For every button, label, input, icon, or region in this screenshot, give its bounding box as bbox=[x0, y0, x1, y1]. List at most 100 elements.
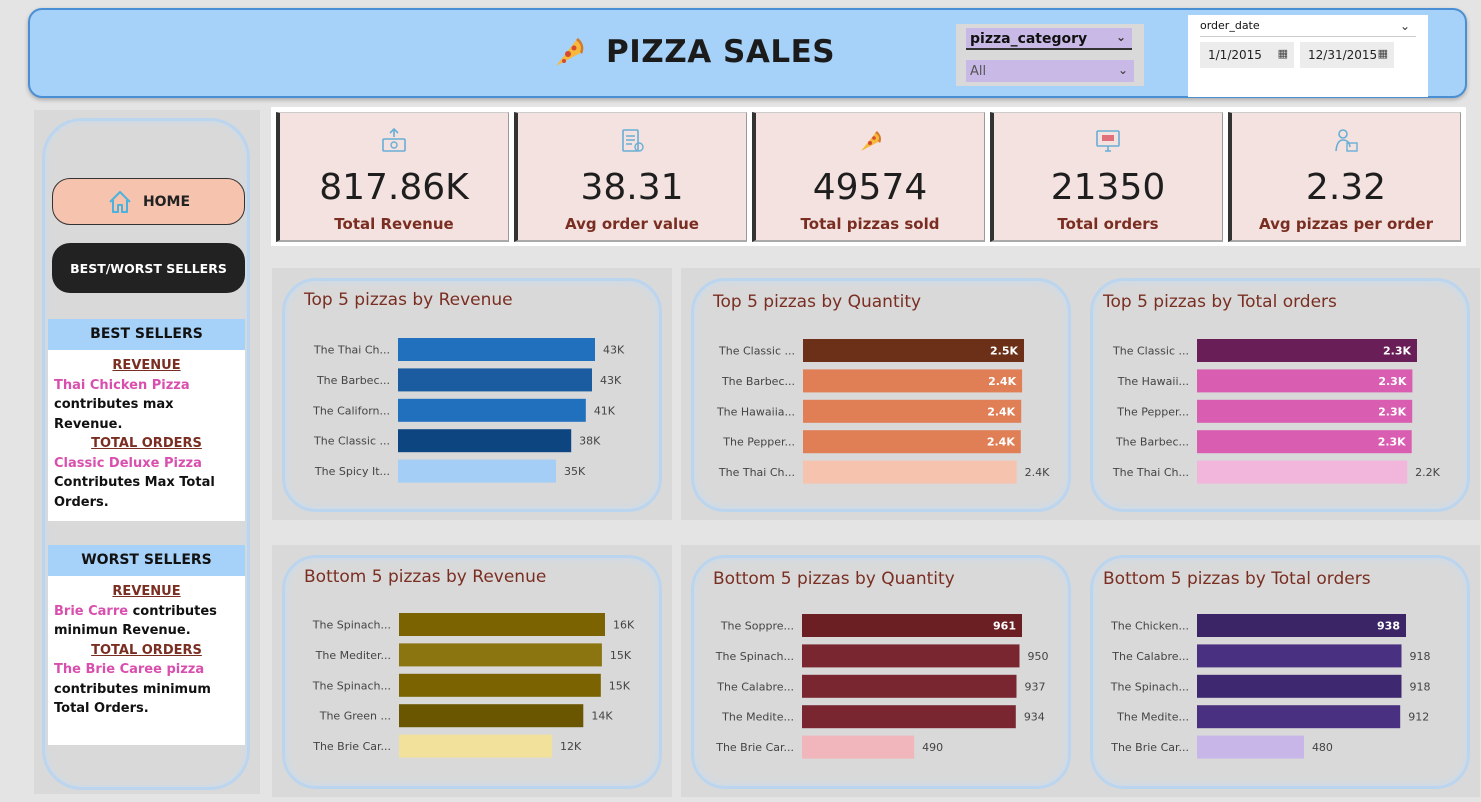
kpi-label: Total pizzas sold bbox=[800, 215, 940, 233]
kpi-value: 21350 bbox=[1050, 167, 1166, 208]
bar[interactable] bbox=[802, 705, 1016, 729]
worst-revenue-line: Brie Carre contributes minimun Revenue. bbox=[54, 602, 239, 641]
bar[interactable] bbox=[802, 644, 1020, 668]
chart-bottom-revenue: Bottom 5 pizzas by Revenue The Spinach..… bbox=[272, 545, 672, 797]
bar-value-label: 43K bbox=[600, 374, 622, 387]
calendar-icon[interactable]: ▦ bbox=[1378, 47, 1388, 60]
date-slicer-label: order_date bbox=[1200, 19, 1260, 32]
chart-top-revenue: Top 5 pizzas by Revenue The Thai Ch... 43… bbox=[272, 268, 672, 520]
bar-value-label: 2.2K bbox=[1415, 466, 1440, 479]
bar-chart: The Chicken... 938 The Calabre... 918 The Sp… bbox=[1110, 614, 1431, 759]
bar-value-label: 918 bbox=[1410, 680, 1431, 693]
category-slicer-header[interactable]: pizza_category ⌄ bbox=[966, 28, 1132, 50]
bar-value-label: 950 bbox=[1027, 650, 1048, 663]
bar-category-label: The Barbec... bbox=[1115, 436, 1189, 449]
bar[interactable] bbox=[802, 735, 915, 759]
best-orders-pizza: Classic Deluxe Pizza bbox=[54, 455, 202, 471]
bar[interactable] bbox=[802, 614, 1022, 637]
best-revenue-text: contributes max Revenue. bbox=[54, 397, 174, 432]
bar-category-label: The Classic ... bbox=[1112, 345, 1189, 358]
calendar-icon[interactable]: ▦ bbox=[1278, 47, 1288, 60]
bar-value-label: 2.4K bbox=[987, 405, 1015, 418]
bar[interactable] bbox=[399, 734, 553, 758]
bar[interactable] bbox=[802, 674, 1017, 698]
bar[interactable] bbox=[399, 704, 584, 728]
bar-chart: The Soppre... 961 The Spinach... 950 The Cal… bbox=[715, 614, 1048, 759]
best-revenue-pizza: Thai Chicken Pizza bbox=[54, 377, 190, 393]
category-dropdown[interactable]: All ⌄ bbox=[966, 60, 1134, 82]
bar-value-label: 16K bbox=[613, 619, 635, 632]
pizza-icon bbox=[861, 131, 881, 151]
bar-category-label: The Calabre... bbox=[1111, 650, 1189, 663]
best-sellers-title: BEST SELLERS bbox=[48, 319, 245, 350]
bar[interactable] bbox=[398, 368, 592, 392]
bar[interactable] bbox=[803, 460, 1017, 484]
bar[interactable] bbox=[398, 338, 595, 361]
bar[interactable] bbox=[398, 459, 556, 483]
delivery-icon bbox=[1335, 129, 1358, 152]
kpi-card-pizzas-sold: 49574 Total pizzas sold bbox=[752, 112, 985, 242]
date-slicer[interactable]: order_date ⌄ 1/1/2015 ▦ 12/31/2015 ▦ bbox=[1188, 15, 1428, 97]
bar-value-label: 912 bbox=[1408, 711, 1429, 724]
bar[interactable] bbox=[399, 613, 605, 636]
page-title: PIZZA SALES bbox=[606, 34, 836, 70]
chart-bottom-quantity: Bottom 5 pizzas by Quantity The Soppre..… bbox=[681, 545, 1081, 797]
chevron-down-icon[interactable]: ⌄ bbox=[1400, 19, 1410, 33]
bar-value-label: 490 bbox=[922, 741, 943, 754]
bar-value-label: 2.5K bbox=[990, 345, 1018, 358]
bar-value-label: 41K bbox=[594, 404, 616, 417]
kpi-label: Avg pizzas per order bbox=[1259, 215, 1433, 233]
bar[interactable] bbox=[1197, 614, 1406, 637]
bar[interactable] bbox=[398, 429, 572, 453]
bar-category-label: The Brie Car... bbox=[715, 741, 794, 754]
best-revenue-heading: REVENUE bbox=[112, 358, 181, 373]
best-sellers-panel: BEST SELLERS REVENUE Thai Chicken Pizza … bbox=[48, 319, 245, 521]
bar[interactable] bbox=[1197, 460, 1408, 484]
bar-category-label: The Hawaii... bbox=[1117, 375, 1189, 388]
bar-value-label: 43K bbox=[603, 344, 625, 357]
bar-value-label: 934 bbox=[1024, 711, 1045, 724]
bar-category-label: The Classic ... bbox=[718, 345, 795, 358]
bar-category-label: The Californ... bbox=[312, 404, 390, 417]
chevron-down-icon[interactable]: ⌄ bbox=[1116, 30, 1126, 44]
best-worst-sellers-button[interactable]: BEST/WORST SELLERS bbox=[52, 243, 245, 293]
category-dropdown-value: All bbox=[970, 64, 987, 79]
bar[interactable] bbox=[1197, 705, 1401, 729]
bar-category-label: The Thai Ch... bbox=[313, 344, 390, 357]
monitor-icon bbox=[1096, 130, 1120, 152]
category-slicer[interactable]: pizza_category ⌄ All ⌄ bbox=[956, 24, 1144, 86]
money-icon bbox=[382, 127, 406, 152]
start-date-input[interactable]: 1/1/2015 ▦ bbox=[1200, 42, 1294, 68]
bar[interactable] bbox=[1197, 644, 1402, 668]
bar[interactable] bbox=[1197, 735, 1304, 759]
bar-value-label: 2.3K bbox=[1378, 375, 1406, 388]
bar-value-label: 2.3K bbox=[1383, 345, 1411, 358]
bar-category-label: The Thai Ch... bbox=[1112, 466, 1189, 479]
home-button[interactable]: HOME bbox=[52, 178, 245, 225]
kpi-label: Avg order value bbox=[565, 215, 699, 233]
chevron-down-icon[interactable]: ⌄ bbox=[1118, 63, 1128, 77]
worst-orders-text: contributes minimum Total Orders. bbox=[54, 681, 211, 717]
bar-category-label: The Barbec... bbox=[721, 375, 795, 388]
best-worst-sellers-label: BEST/WORST SELLERS bbox=[70, 260, 227, 276]
best-orders-text: Contributes Max Total Orders. bbox=[54, 475, 215, 510]
date-slicer-header[interactable]: order_date ⌄ bbox=[1200, 19, 1416, 37]
bar[interactable] bbox=[399, 673, 601, 697]
bar-category-label: The Spinach... bbox=[1110, 680, 1189, 693]
bar-value-label: 961 bbox=[993, 620, 1016, 633]
bar[interactable] bbox=[1197, 674, 1402, 698]
end-date-input[interactable]: 12/31/2015 ▦ bbox=[1300, 42, 1394, 68]
bar-category-label: The Thai Ch... bbox=[718, 466, 795, 479]
kpi-label: Total orders bbox=[1057, 215, 1159, 233]
start-date-value: 1/1/2015 bbox=[1208, 48, 1262, 62]
bar-value-label: 2.4K bbox=[1025, 466, 1050, 479]
home-button-label: HOME bbox=[142, 193, 191, 210]
bar-value-label: 937 bbox=[1025, 680, 1046, 693]
worst-sellers-title: WORST SELLERS bbox=[48, 545, 245, 576]
bar-category-label: The Chicken... bbox=[1110, 620, 1189, 633]
kpi-label: Total Revenue bbox=[334, 215, 454, 233]
bar[interactable] bbox=[399, 643, 602, 667]
bar[interactable] bbox=[398, 398, 586, 422]
bar-category-label: The Barbec... bbox=[316, 374, 390, 387]
bar-category-label: The Brie Car... bbox=[312, 740, 391, 753]
